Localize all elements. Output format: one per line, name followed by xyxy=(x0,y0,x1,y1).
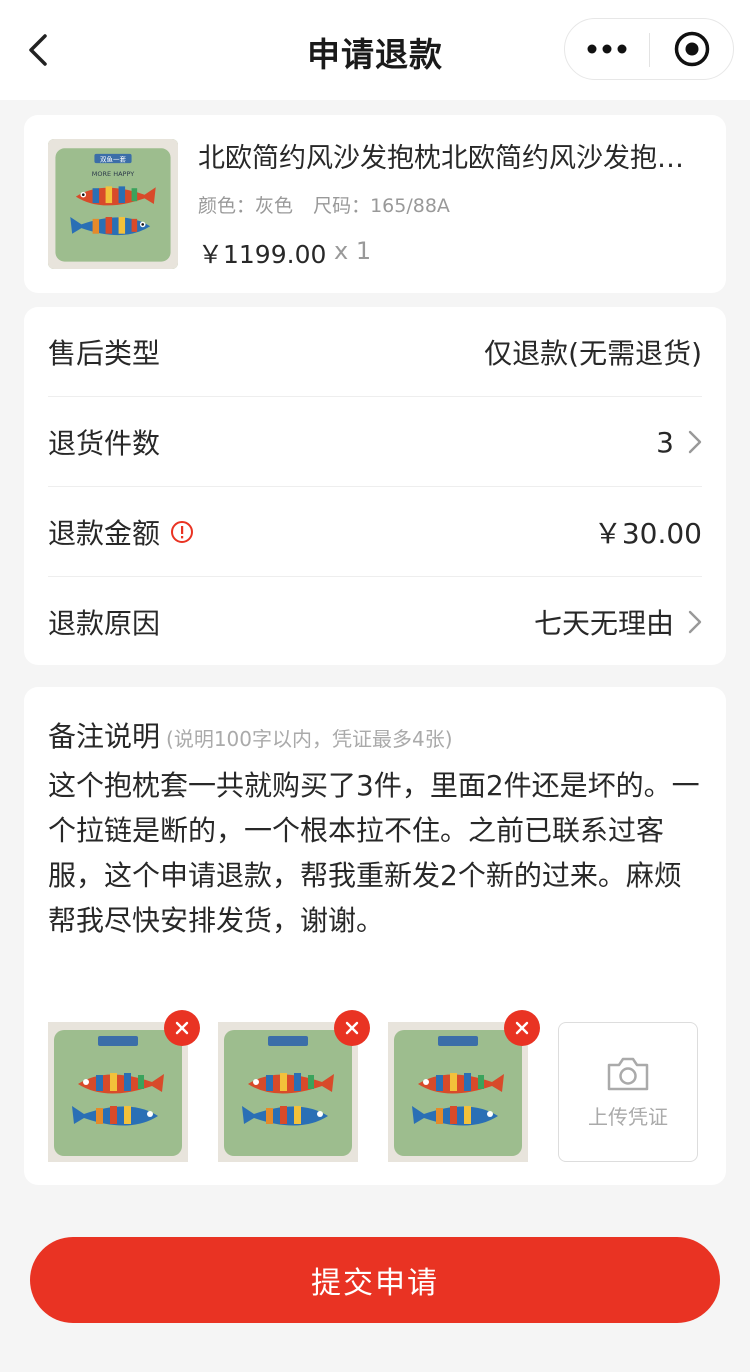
product-price: ￥1199.00 xyxy=(198,240,327,269)
refund-amount-label-group: 退款金额 xyxy=(48,512,194,552)
evidence-photo[interactable] xyxy=(388,1010,540,1162)
return-count-selector[interactable]: 3 xyxy=(656,426,702,459)
refund-form-card: 售后类型 仅退款(无需退货) 退货件数 3 退款金额 ￥30.00 退款原因 七… xyxy=(24,307,726,665)
delete-photo-button[interactable] xyxy=(504,1010,540,1046)
close-icon xyxy=(345,1021,359,1035)
info-icon[interactable] xyxy=(170,520,194,544)
nav-bar: 申请退款 xyxy=(0,0,750,100)
after-sale-type-value: 仅退款(无需退货) xyxy=(484,337,702,370)
chevron-right-icon xyxy=(688,430,702,454)
notes-hint: (说明100字以内，凭证最多4张) xyxy=(166,727,453,751)
refund-amount-row: 退款金额 ￥30.00 xyxy=(48,487,702,577)
target-circle-icon xyxy=(674,31,710,67)
product-size: 尺码：165/88A xyxy=(313,195,450,217)
refund-amount-label: 退款金额 xyxy=(48,517,161,550)
close-icon xyxy=(175,1021,189,1035)
close-icon xyxy=(515,1021,529,1035)
submit-button[interactable]: 提交申请 xyxy=(30,1237,720,1323)
notes-card: 备注说明 (说明100字以内，凭证最多4张) 这个抱枕套一共就购买了3件，里面2件… xyxy=(24,687,726,1185)
thumb-tag: 双鱼一套 xyxy=(100,154,127,163)
product-quantity: x 1 xyxy=(334,237,372,265)
product-color: 颜色：灰色 xyxy=(198,195,294,217)
close-miniprogram-button[interactable] xyxy=(650,19,734,79)
chevron-right-icon xyxy=(688,610,702,634)
after-sale-type-label: 售后类型 xyxy=(48,337,161,370)
return-count-value: 3 xyxy=(656,425,674,459)
return-count-label: 退货件数 xyxy=(48,427,161,460)
evidence-photo[interactable] xyxy=(48,1010,200,1162)
more-button[interactable] xyxy=(565,19,649,79)
product-name: 北欧简约风沙发抱枕北欧简约风沙发抱枕套 xyxy=(198,143,704,174)
product-card: 双鱼一套 MORE HAPPY 北欧简约风沙发抱枕北欧简约风沙发抱枕套 颜色：灰… xyxy=(24,115,726,293)
refund-reason-label: 退款原因 xyxy=(48,607,161,640)
after-sale-type-row: 售后类型 仅退款(无需退货) xyxy=(48,307,702,397)
delete-photo-button[interactable] xyxy=(164,1010,200,1046)
product-image: 双鱼一套 MORE HAPPY xyxy=(48,139,178,269)
camera-icon xyxy=(607,1057,649,1090)
refund-reason-value: 七天无理由 xyxy=(533,607,674,640)
return-count-row[interactable]: 退货件数 3 xyxy=(48,397,702,487)
thumb-caption: MORE HAPPY xyxy=(92,170,134,178)
product-attributes: 颜色：灰色 尺码：165/88A xyxy=(198,191,464,218)
upload-label: 上传凭证 xyxy=(588,1104,668,1129)
delete-photo-button[interactable] xyxy=(334,1010,370,1046)
mini-program-capsule xyxy=(564,18,734,80)
notes-title: 备注说明 xyxy=(48,720,161,753)
refund-reason-row[interactable]: 退款原因 七天无理由 xyxy=(48,577,702,667)
notes-title-group: 备注说明 (说明100字以内，凭证最多4张) xyxy=(48,715,453,755)
upload-evidence-button[interactable]: 上传凭证 xyxy=(558,1022,698,1162)
more-dots-icon xyxy=(587,44,627,54)
refund-amount-value: ￥30.00 xyxy=(593,517,702,550)
notes-textarea[interactable]: 这个抱枕套一共就购买了3件，里面2件还是坏的。一个拉链是断的，一个根本拉不住。之… xyxy=(48,763,708,943)
evidence-photo[interactable] xyxy=(218,1010,370,1162)
refund-reason-selector[interactable]: 七天无理由 xyxy=(534,602,702,642)
